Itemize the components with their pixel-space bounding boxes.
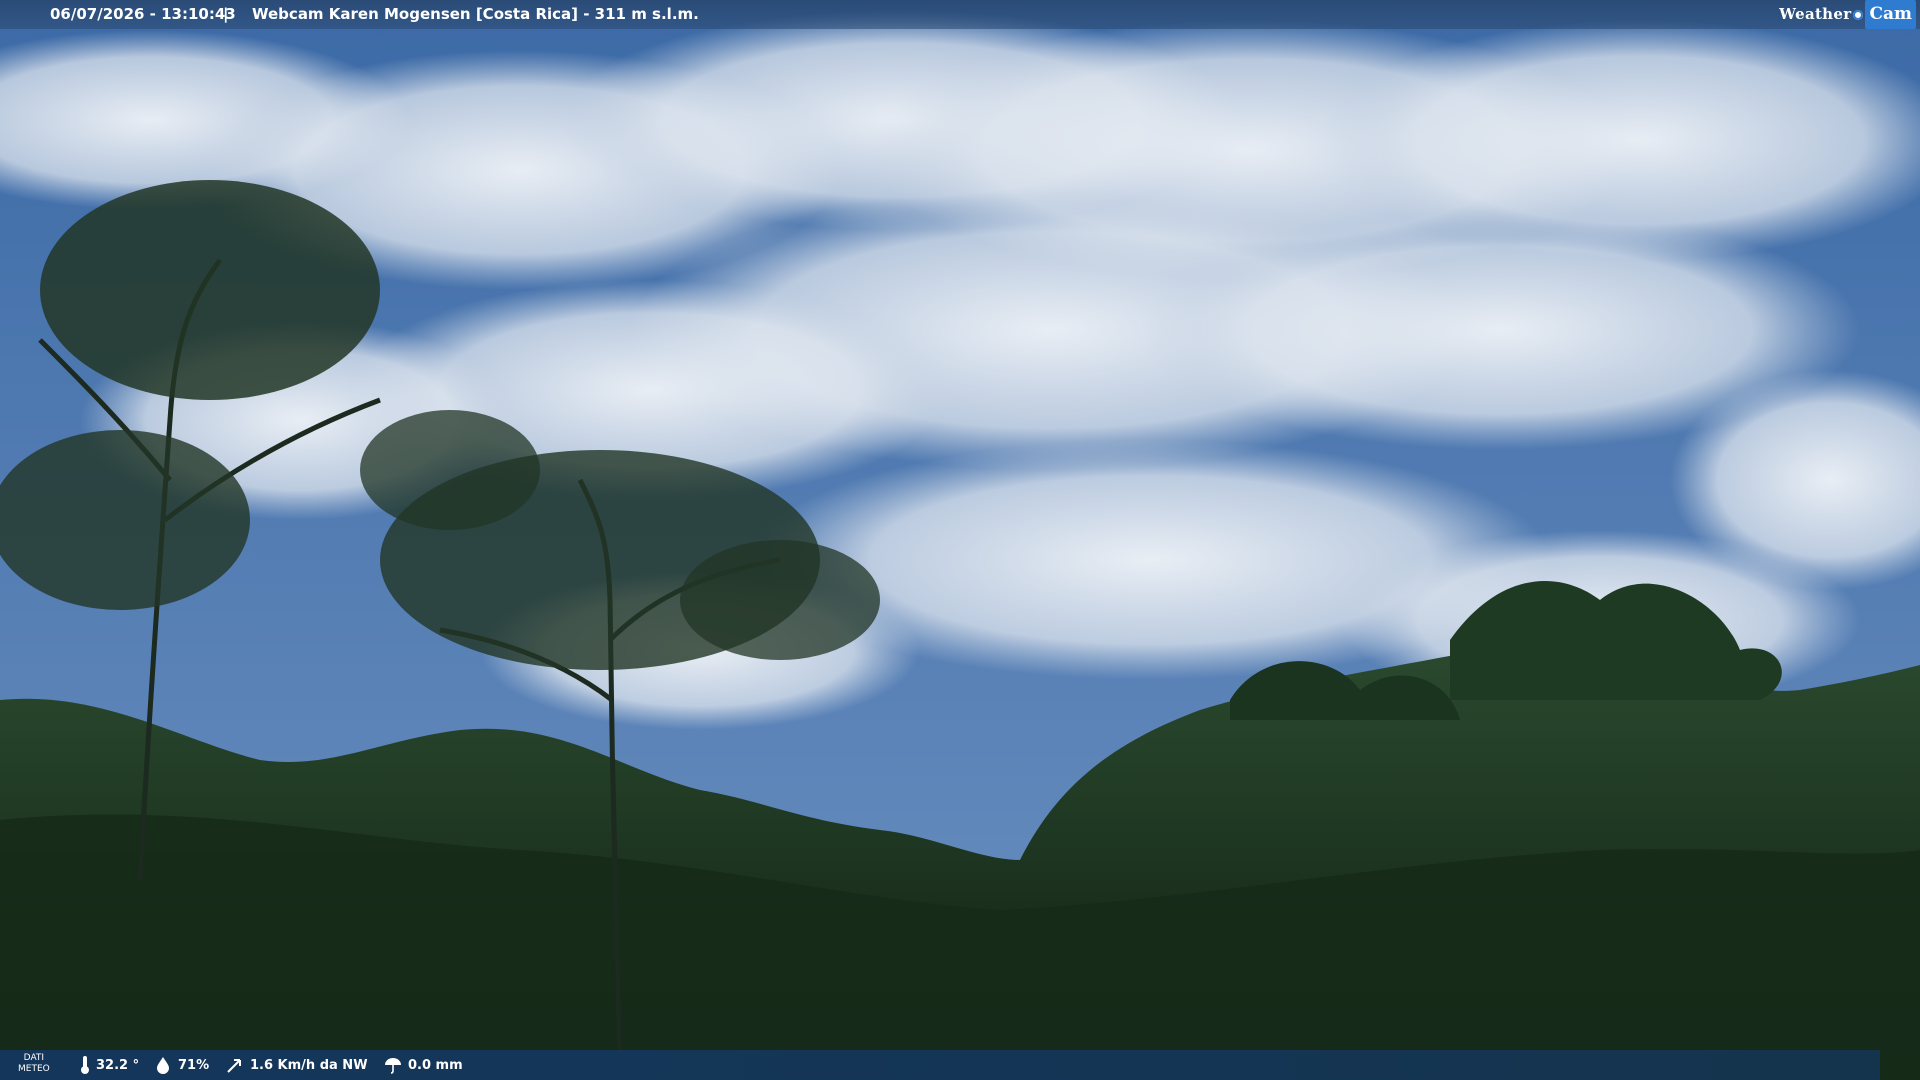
humidity-value: 71% — [178, 1057, 210, 1073]
weather-data-bar: DATI METEO 32.2 ° 71% 1.6 Km/h da NW 0.0… — [0, 1050, 1880, 1080]
webcam-scene — [0, 0, 1920, 1080]
wind-value: 1.6 Km/h da NW — [250, 1057, 368, 1073]
rain-icon — [385, 1058, 401, 1074]
temperature-reading: 32.2 ° — [80, 1050, 139, 1080]
wind-icon — [227, 1059, 241, 1073]
temperature-value: 32.2 ° — [96, 1057, 140, 1073]
logo-cam-text: Cam — [1865, 0, 1916, 29]
dati-meteo-line1: DATI — [23, 1053, 45, 1063]
humidity-icon — [157, 1057, 169, 1074]
dati-meteo-line2: METEO — [18, 1064, 50, 1074]
logo-dot-icon — [1853, 9, 1864, 20]
timestamp: 06/07/2026 - 13:10:43 — [50, 5, 236, 23]
dati-meteo-label: DATI METEO — [18, 1053, 50, 1075]
humidity-reading: 71% — [154, 1050, 209, 1080]
wind-reading: 1.6 Km/h da NW — [226, 1050, 368, 1080]
thermometer-icon — [81, 1056, 89, 1074]
rain-value: 0.0 mm — [408, 1057, 463, 1073]
info-header: 06/07/2026 - 13:10:43 | Webcam Karen Mog… — [0, 0, 1920, 29]
weathercam-logo[interactable]: Weather Cam — [1779, 0, 1916, 29]
header-separator: | — [223, 5, 229, 23]
logo-weather-text: Weather — [1779, 5, 1852, 23]
rain-reading: 0.0 mm — [384, 1050, 463, 1080]
webcam-title: Webcam Karen Mogensen [Costa Rica] - 311… — [252, 5, 699, 23]
